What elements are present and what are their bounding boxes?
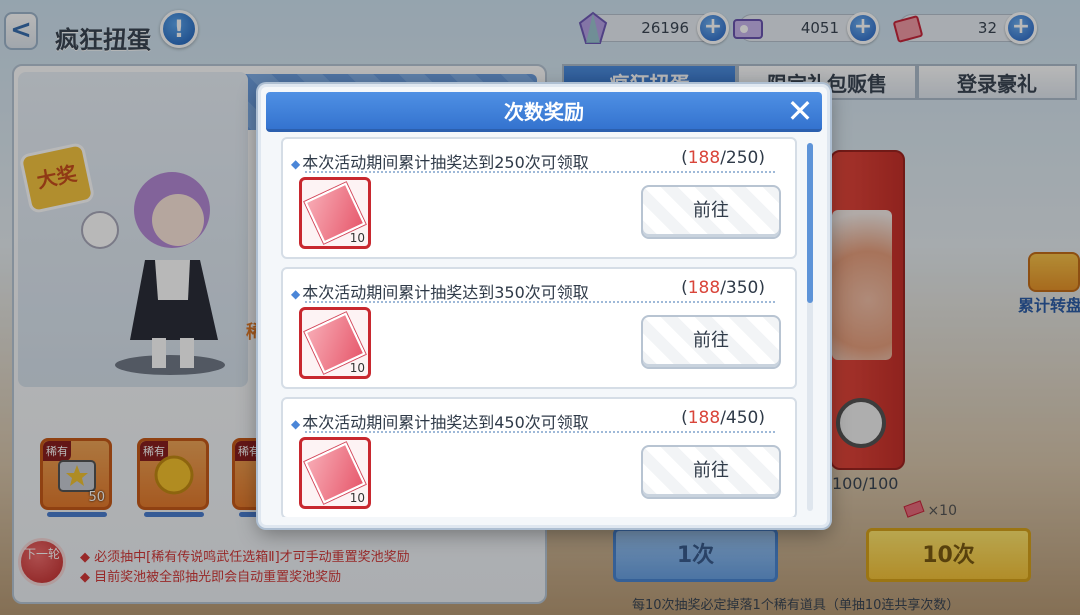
reward-condition-text: 本次活动期间累计抽奖达到350次可领取 xyxy=(302,283,589,302)
reward-list-scrollbar[interactable] xyxy=(807,143,813,511)
go-button[interactable]: 前往 xyxy=(641,185,781,239)
reward-card: ◆ 本次活动期间累计抽奖达到450次可领取 (188/450) 10 前往 xyxy=(281,397,797,517)
reward-progress: (188/250) xyxy=(681,148,765,168)
reward-quantity: 10 xyxy=(349,361,365,375)
dotted-divider xyxy=(305,171,775,173)
progress-current: 188 xyxy=(687,408,721,428)
reward-progress: (188/350) xyxy=(681,278,765,298)
reward-card: ◆ 本次活动期间累计抽奖达到350次可领取 (188/350) 10 前往 xyxy=(281,267,797,389)
diamond-bullet-icon: ◆ xyxy=(291,417,301,431)
progress-open-paren: ( xyxy=(681,278,688,298)
dialog-title: 次数奖励 xyxy=(504,100,584,124)
reward-condition: ◆ 本次活动期间累计抽奖达到350次可领取 xyxy=(291,279,589,303)
reward-progress: (188/450) xyxy=(681,408,765,428)
progress-current: 188 xyxy=(687,278,721,298)
reward-item-slot[interactable]: 10 xyxy=(299,307,371,379)
dotted-divider xyxy=(305,431,775,433)
dotted-divider xyxy=(305,301,775,303)
reward-item-slot[interactable]: 10 xyxy=(299,177,371,249)
progress-open-paren: ( xyxy=(681,148,688,168)
count-reward-dialog: 次数奖励 ✕ ◆ 本次活动期间累计抽奖达到250次可领取 (188/250) 10… xyxy=(258,84,830,528)
reward-condition-text: 本次活动期间累计抽奖达到250次可领取 xyxy=(302,153,589,172)
progress-total: /450) xyxy=(720,408,765,428)
reward-condition-text: 本次活动期间累计抽奖达到450次可领取 xyxy=(302,413,589,432)
reward-condition: ◆ 本次活动期间累计抽奖达到450次可领取 xyxy=(291,409,589,433)
diamond-bullet-icon: ◆ xyxy=(291,287,301,301)
reward-list[interactable]: ◆ 本次活动期间累计抽奖达到250次可领取 (188/250) 10 前往 ◆ 本次… xyxy=(281,137,801,517)
progress-open-paren: ( xyxy=(681,408,688,428)
close-icon[interactable]: ✕ xyxy=(782,94,818,130)
dialog-header: 次数奖励 ✕ xyxy=(266,92,822,132)
diamond-bullet-icon: ◆ xyxy=(291,157,301,171)
go-button[interactable]: 前往 xyxy=(641,315,781,369)
progress-current: 188 xyxy=(687,148,721,168)
go-button[interactable]: 前往 xyxy=(641,445,781,499)
reward-quantity: 10 xyxy=(349,491,365,505)
reward-item-slot[interactable]: 10 xyxy=(299,437,371,509)
reward-quantity: 10 xyxy=(349,231,365,245)
reward-card: ◆ 本次活动期间累计抽奖达到250次可领取 (188/250) 10 前往 xyxy=(281,137,797,259)
progress-total: /250) xyxy=(720,148,765,168)
progress-total: /350) xyxy=(720,278,765,298)
scroll-thumb[interactable] xyxy=(807,143,813,303)
reward-condition: ◆ 本次活动期间累计抽奖达到250次可领取 xyxy=(291,149,589,173)
